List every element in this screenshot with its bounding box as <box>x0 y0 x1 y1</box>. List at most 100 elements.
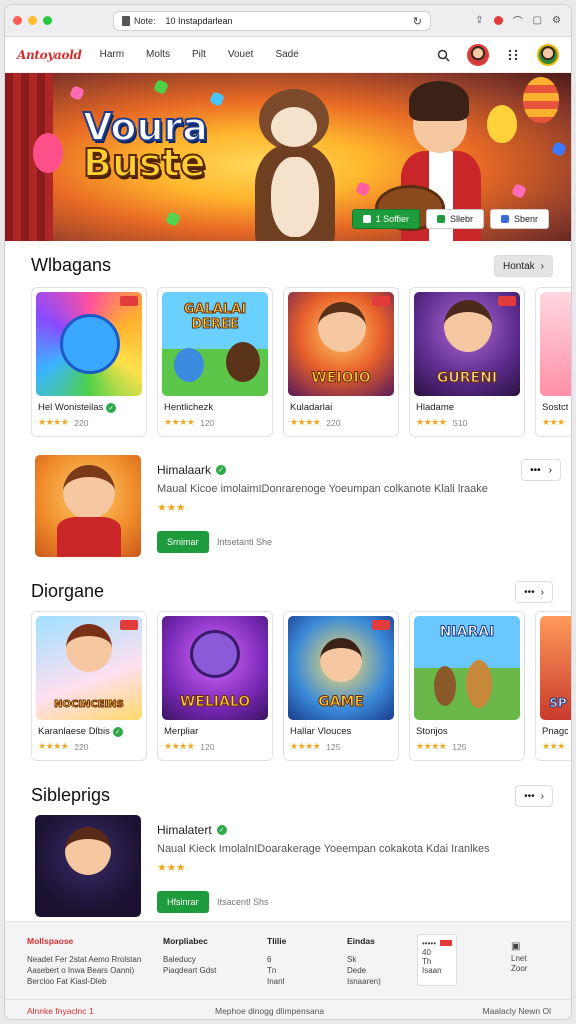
footer-link[interactable]: Inanl <box>267 977 286 988</box>
sale-badge <box>498 296 516 306</box>
nav-link-home[interactable]: Harm <box>100 49 124 60</box>
app-card[interactable]: Hel Wonisteilas ✓ ★★★★ 220 <box>31 287 147 437</box>
app-name-row: Pnagcen <box>542 726 568 737</box>
nav-link-3[interactable]: Pilt <box>192 49 206 60</box>
nav-link-4[interactable]: Vouet <box>228 49 254 60</box>
footer-link[interactable]: Isnaaren) <box>347 977 381 988</box>
featured-install-button[interactable]: Srnimar <box>157 531 209 553</box>
character-figure <box>190 630 240 678</box>
search-icon[interactable] <box>433 45 453 65</box>
wifi-icon[interactable]: ⌒ <box>513 13 523 28</box>
app-count: 220 <box>74 417 89 428</box>
featured-install-button[interactable]: Hfsinrar <box>157 891 209 913</box>
app-card[interactable]: WELIALO Merpliar ★★★★ 120 <box>157 611 273 761</box>
app-name: Sostct <box>542 402 568 413</box>
footer-link[interactable]: Baleducy <box>163 955 216 966</box>
nav-link-2[interactable]: Molts <box>146 49 170 60</box>
footer-app-box[interactable]: ••••• 40 Th Isaan <box>417 934 457 986</box>
footer-link[interactable]: Sk <box>347 955 381 966</box>
app-count: 220 <box>326 417 341 428</box>
featured-app[interactable]: Himalaark ✓ Maual Kicoe imolaimIDonrareno… <box>31 453 561 571</box>
featured-app[interactable]: Himalatert ✓ Naual Kieck ImolalnIDoaraker… <box>31 813 555 931</box>
hero-banner[interactable]: Voura Buste 1 Soffier Sllebr Sbenr <box>5 73 571 241</box>
hero-title: Voura Buste <box>82 105 209 183</box>
section-more-button[interactable]: ••• › <box>515 581 553 603</box>
app-card[interactable]: SP Pnagcen ★★★ <box>535 611 571 761</box>
footer-link[interactable]: Bercloo Fat Kiasl-Dleb <box>27 977 141 988</box>
site-logo[interactable]: Antoyaold <box>17 48 82 62</box>
verified-icon: ✓ <box>112 726 123 737</box>
lock-icon: ▣ <box>511 941 521 952</box>
share-icon[interactable]: ⇪ <box>475 15 483 26</box>
app-card[interactable]: NOCINCEINS Karanlaese Dlbis ✓ ★★★★ 220 <box>31 611 147 761</box>
section-title: Sibleprigs <box>31 785 111 805</box>
profile-avatar[interactable] <box>537 44 559 66</box>
user-avatar[interactable] <box>467 44 489 66</box>
featured-thumbnail <box>35 455 141 557</box>
footer-link[interactable]: 6 <box>267 955 286 966</box>
footer-link[interactable]: Neadet Fer 2stat Aemo Rrolstan <box>27 955 141 966</box>
close-window-button[interactable] <box>13 16 22 25</box>
candy-decoration <box>165 211 181 227</box>
verified-icon: ✓ <box>216 825 227 835</box>
app-card[interactable]: GURENI Hladame ★★★★ S10 <box>409 287 525 437</box>
footer-link[interactable]: Aasebert o Inwa Bears Oanni) <box>27 966 141 977</box>
app-card[interactable]: GALALAI DEREE Hentlichezk ★★★★ 120 <box>157 287 273 437</box>
footer-link[interactable]: Lnet <box>511 954 527 965</box>
verified-icon: ✓ <box>106 402 117 413</box>
character-figure <box>66 624 112 672</box>
hero-tertiary-button[interactable]: Sbenr <box>489 209 549 229</box>
app-name: Hel Wonisteilas <box>38 402 104 413</box>
apps-grid-icon[interactable] <box>503 45 523 65</box>
chevron-right-icon: › <box>540 260 544 272</box>
section-more-button[interactable]: ••• › <box>515 785 553 807</box>
reload-icon[interactable]: ↻ <box>413 15 422 28</box>
app-meta: ★★★★ 125 <box>290 741 392 752</box>
star-rating: ★★★★ <box>416 741 447 751</box>
record-icon[interactable] <box>493 16 503 25</box>
footer-link[interactable]: Piaqdeart Gdst <box>163 966 216 977</box>
featured-more-button[interactable]: ••• › <box>521 459 561 481</box>
candy-decoration <box>355 181 371 197</box>
section-more-label: Hontak <box>502 260 535 272</box>
hero-title-line1: Voura <box>82 105 209 149</box>
section-more-button[interactable]: Hontak › <box>493 255 553 277</box>
app-thumbnail <box>540 292 571 396</box>
app-name-row: Merpliar <box>164 726 266 737</box>
footer-box-header: ••••• <box>422 939 453 948</box>
app-card[interactable]: NIARAI Stonjos ★★★★ 125 <box>409 611 525 761</box>
footer-box-line: Isaan <box>422 966 442 975</box>
hero-primary-label: 1 Soffier <box>375 214 409 224</box>
star-rating: ★★★★ <box>38 417 69 427</box>
hero-secondary-button[interactable]: Sllebr <box>425 209 484 229</box>
browser-tab[interactable]: Note: <box>122 16 156 26</box>
minimize-window-button[interactable] <box>28 16 37 25</box>
app-card[interactable]: Sostct ★★★ <box>535 287 571 437</box>
app-card[interactable]: GAME Hallar Vlouces ★★★★ 125 <box>283 611 399 761</box>
footer-column: Mollspaose Neadet Fer 2stat Aemo Rrolsta… <box>27 936 141 988</box>
app-name: Hladame <box>416 402 455 413</box>
app-name-row: Stonjos <box>416 726 518 737</box>
footer-link[interactable]: Tn <box>267 966 286 977</box>
lock-icon[interactable]: ▢ <box>533 15 542 26</box>
app-card[interactable]: WEIOIO Kuladarlai ★★★★ 220 <box>283 287 399 437</box>
app-meta: ★★★★ 120 <box>164 741 266 752</box>
maximize-window-button[interactable] <box>43 16 52 25</box>
app-thumbnail: GALALAI DEREE <box>162 292 268 396</box>
section-title: Diorgane <box>31 581 105 601</box>
nav-link-5[interactable]: Sade <box>275 49 298 60</box>
address-bar[interactable]: Note: 10 Instapdarlean ↻ <box>113 11 431 31</box>
url-text[interactable]: 10 Instapdarlean <box>166 16 233 26</box>
thumbnail-title: GALALAI DEREE <box>183 302 247 333</box>
footer-link[interactable]: Zoor <box>511 964 527 975</box>
chevron-right-icon: › <box>540 790 544 802</box>
hero-primary-button[interactable]: 1 Soffier <box>351 209 420 229</box>
play-icon <box>362 215 371 223</box>
footer-link[interactable]: Dede <box>347 966 381 977</box>
character-body <box>57 517 121 557</box>
footer-links-right[interactable]: Maalacly Newn Ol <box>483 1006 552 1016</box>
chevron-right-icon: › <box>548 464 552 476</box>
footer-column-title: Morpliabec <box>163 936 208 946</box>
section-title: Wlbagans <box>31 255 112 275</box>
settings-icon[interactable]: ⚙ <box>552 15 561 26</box>
